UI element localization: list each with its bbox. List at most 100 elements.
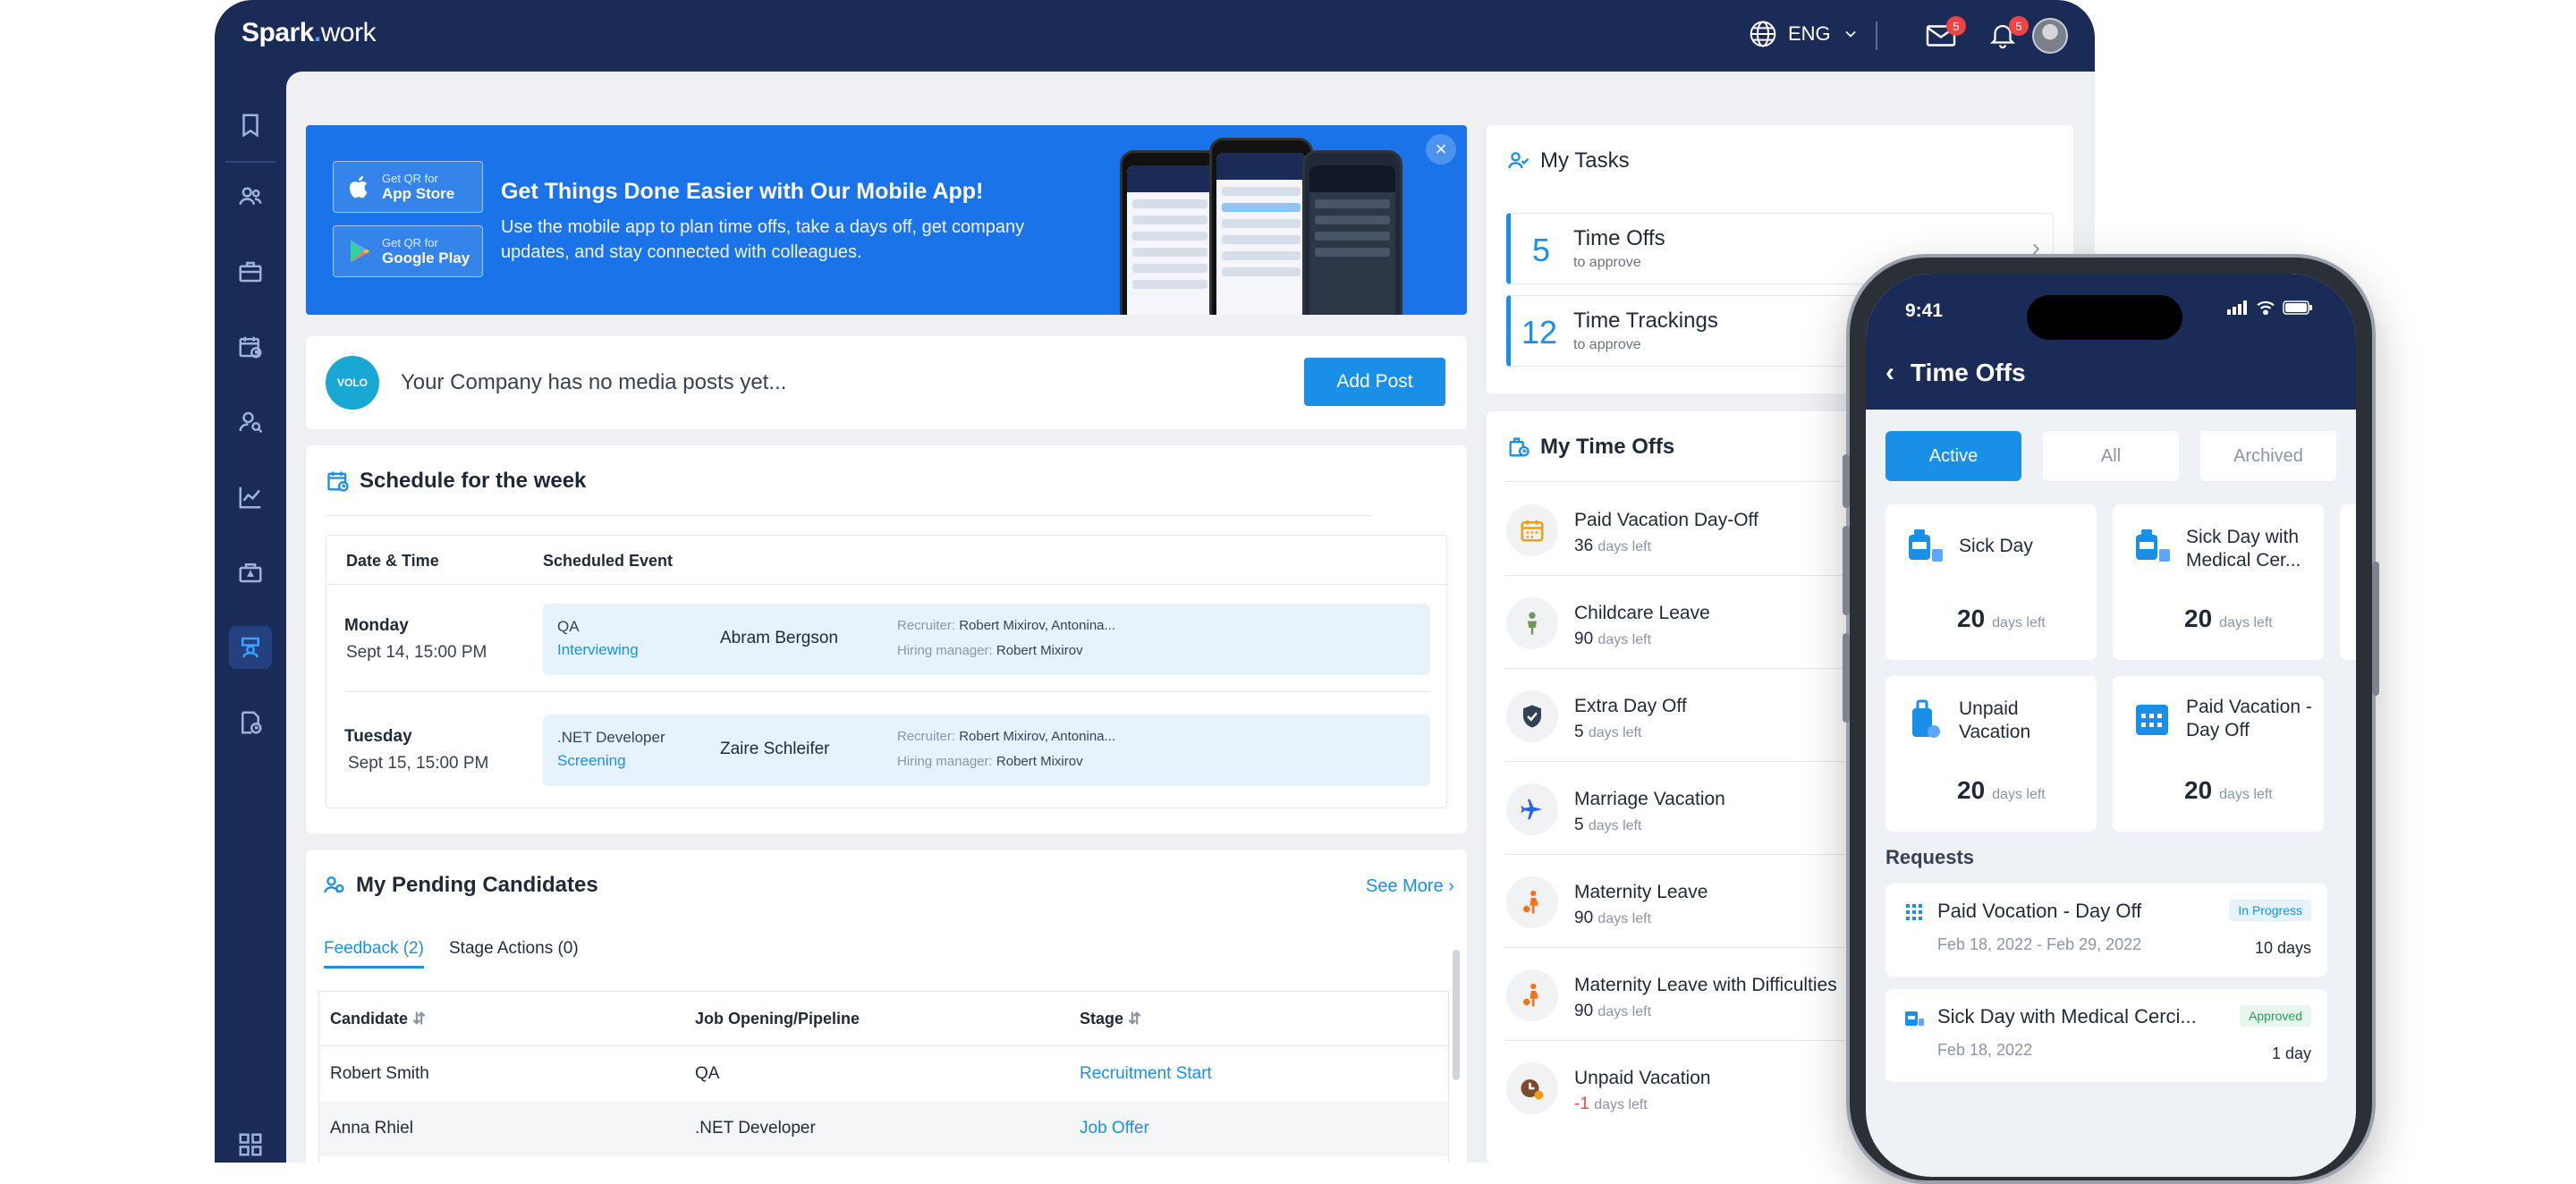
time-off-name: Paid Vacation Day-Off [1574, 510, 1758, 530]
row-time: Sept 15, 15:00 PM [348, 754, 489, 773]
time-off-card[interactable]: Sick Day with Medical Cer... 20 days left [2113, 504, 2324, 660]
task-label: Time Offs [1573, 226, 1665, 250]
time-off-card[interactable]: Paid Vacation -Day Off 20 days left [2113, 676, 2324, 832]
cell-job: .NET Developer [695, 1119, 816, 1137]
person-check-icon [1508, 152, 1530, 169]
col-date-time: Date & Time [346, 552, 439, 570]
interview-icon[interactable] [229, 626, 272, 669]
child-icon [1506, 597, 1558, 649]
card-days: 20 days left [1957, 776, 2046, 804]
app-store-small: Get QR for [382, 171, 438, 185]
chevron-right-icon: › [1448, 876, 1454, 896]
promo-subtitle: Use the mobile app to plan time offs, ta… [501, 217, 1025, 262]
toolbox-icon[interactable] [229, 551, 272, 594]
scheduled-event[interactable]: QA Interviewing Abram Bergson Recruiter:… [543, 604, 1430, 675]
promo-title: Get Things Done Easier with Our Mobile A… [501, 179, 984, 204]
card-name: Paid Vacation -Day Off [2186, 697, 2312, 740]
tab-archived[interactable]: Archived [2200, 431, 2336, 481]
chart-icon[interactable] [229, 476, 272, 519]
phone-mockup-image [1209, 138, 1313, 315]
mail-button[interactable]: 5 [1925, 16, 1966, 54]
language-selector[interactable]: ENG [1749, 20, 1860, 48]
divider [1876, 21, 1877, 50]
phone-title-text: Time Offs [1911, 359, 2026, 386]
event-candidate: Abram Bergson [720, 629, 839, 647]
time-off-name: Maternity Leave [1574, 882, 1708, 902]
phone-button [2372, 562, 2379, 696]
schedule-card: Schedule for the week Date & Time Schedu… [306, 445, 1467, 833]
notifications-badge: 5 [2009, 16, 2029, 36]
medical-kit-icon [2136, 529, 2170, 562]
table-row[interactable]: Anna Rhiel .NET Developer Job Offer [319, 1101, 1448, 1156]
suitcase-icon [1912, 699, 1940, 738]
col-job-opening: Job Opening/Pipeline [695, 1010, 860, 1028]
tab-stage-actions[interactable]: Stage Actions (0) [449, 939, 579, 959]
cell-stage-link[interactable]: Job Offer [1080, 1119, 1149, 1138]
notifications-button[interactable]: 5 [1987, 16, 2029, 54]
user-search-icon[interactable] [229, 401, 272, 444]
request-dates: Feb 18, 2022 - Feb 29, 2022 [1937, 935, 2142, 953]
request-item[interactable]: Sick Day with Medical Cerci... Feb 18, 2… [1885, 989, 2327, 1082]
time-offs-title-text: My Time Offs [1540, 435, 1675, 459]
medical-kit-icon [1905, 1011, 1924, 1026]
request-days: 10 days [2254, 939, 2311, 957]
logo[interactable]: Spark.work [242, 18, 377, 48]
pending-candidates-card: My Pending Candidates See More › Feedbac… [306, 850, 1467, 1163]
row-day: Monday [344, 616, 409, 635]
col-stage[interactable]: Stage ⇵ [1080, 1010, 1141, 1028]
mobile-app-banner: Get QR for App Store Get QR for Google Pla… [306, 125, 1467, 315]
document-clock-icon[interactable] [229, 701, 272, 744]
google-play-button[interactable]: Get QR for Google Play [333, 225, 483, 277]
medical-kit-icon [1909, 529, 1943, 562]
status-badge: Approved [2240, 1005, 2311, 1027]
briefcase-icon[interactable] [229, 250, 272, 293]
main-content: Get QR for App Store Get QR for Google Pla… [286, 72, 2095, 1163]
request-name: Paid Vocation - Day Off [1937, 900, 2142, 922]
sort-icon: ⇵ [1128, 1010, 1142, 1028]
tab-active[interactable]: Active [1885, 431, 2021, 481]
see-more-link[interactable]: See More › [1366, 876, 1454, 897]
back-icon[interactable]: ‹ [1885, 358, 1894, 388]
card-days: 20 days left [2184, 776, 2273, 804]
scheduled-event[interactable]: .NET Developer Screening Zaire Schleifer… [543, 715, 1430, 786]
phone-button [1843, 454, 1850, 508]
signal-icon [2227, 300, 2247, 315]
tab-all[interactable]: All [2043, 431, 2179, 481]
sort-icon: ⇵ [412, 1010, 427, 1028]
add-post-button[interactable]: Add Post [1304, 358, 1445, 406]
card-name: Sick Day [1959, 536, 2033, 556]
event-stage[interactable]: Screening [557, 752, 626, 770]
tab-feedback[interactable]: Feedback (2) [324, 939, 424, 968]
time-off-card[interactable]: Unpaid Vacation 20 days left [1885, 676, 2097, 832]
event-hiring-manager: Hiring manager: Robert Mixirov [897, 754, 1083, 769]
event-recruiter: Recruiter: Robert Mixirov, Antonina... [897, 618, 1116, 633]
table-row[interactable]: Robert Smith QA Recruitment Start [319, 1045, 1448, 1101]
event-stage[interactable]: Interviewing [557, 641, 639, 659]
app-store-button[interactable]: Get QR for App Store [333, 161, 483, 213]
people-icon[interactable] [229, 175, 272, 218]
schedule-table: Date & Time Scheduled Event Monday Sept … [326, 535, 1447, 808]
wifi-icon [2257, 300, 2275, 315]
phone-mockup: 9:41 ‹ Time Offs Active All Archived Sic… [1843, 254, 2379, 1184]
grid-icon[interactable] [229, 1123, 272, 1163]
cell-stage-link[interactable]: Recruitment Start [1080, 1064, 1212, 1084]
people-icon [324, 876, 344, 893]
col-scheduled-event: Scheduled Event [543, 552, 674, 570]
language-label: ENG [1788, 22, 1831, 45]
phone-button [1843, 526, 1850, 615]
calendar-clock-icon[interactable] [229, 326, 272, 368]
scrollbar[interactable] [1453, 950, 1460, 1080]
time-off-name: Unpaid Vacation [1574, 1068, 1711, 1088]
time-off-card[interactable]: Sick Day 20 days left [1885, 504, 2097, 660]
candidates-title: My Pending Candidates [322, 873, 598, 898]
globe-icon [1750, 21, 1776, 47]
cell-job: QA [695, 1064, 720, 1083]
avatar[interactable] [2032, 18, 2068, 54]
time-off-days: -1 days left [1574, 1095, 1648, 1113]
col-candidate[interactable]: Candidate ⇵ [330, 1010, 426, 1028]
close-banner-button[interactable]: × [1426, 134, 1456, 165]
event-role: QA [557, 618, 580, 635]
bookmark-icon[interactable] [229, 104, 272, 147]
phone-button [1843, 633, 1850, 723]
request-item[interactable]: Paid Vocation - Day Off Feb 18, 2022 - F… [1885, 884, 2327, 977]
